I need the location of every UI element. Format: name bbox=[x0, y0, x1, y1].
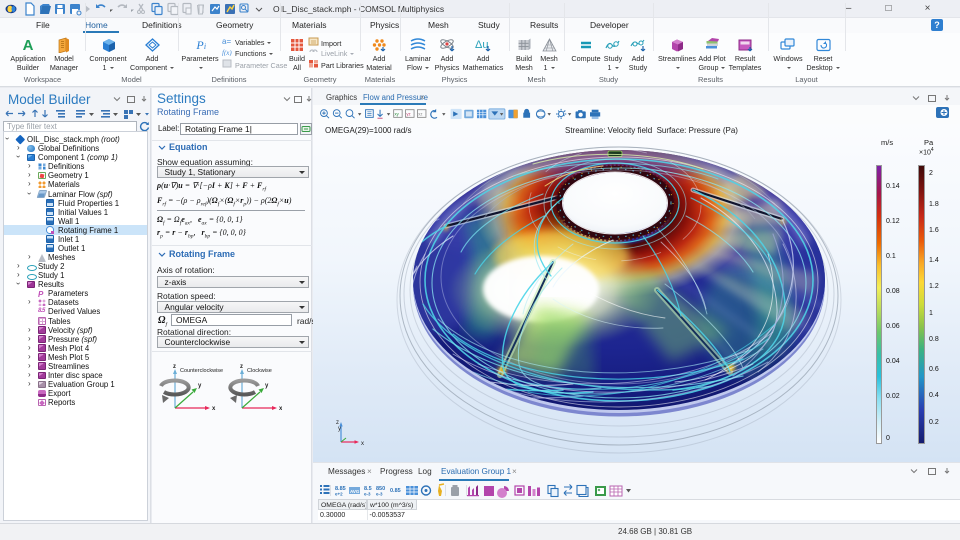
svg-text:e+2: e+2 bbox=[335, 492, 343, 497]
svg-text:0.8: 0.8 bbox=[929, 336, 939, 343]
svg-text:xy: xy bbox=[395, 112, 400, 117]
svg-text:1.2: 1.2 bbox=[929, 283, 939, 290]
svg-text:0.2: 0.2 bbox=[929, 419, 939, 426]
svg-text:Counterclockwise: Counterclockwise bbox=[180, 368, 223, 374]
svg-text:e-3: e-3 bbox=[376, 492, 383, 497]
svg-text:2: 2 bbox=[929, 170, 933, 177]
svg-text:0.06: 0.06 bbox=[886, 323, 900, 330]
svg-text:0.4: 0.4 bbox=[929, 392, 939, 399]
svg-text:0.6: 0.6 bbox=[929, 366, 939, 373]
svg-text:y: y bbox=[198, 383, 202, 389]
svg-text:0.14: 0.14 bbox=[886, 183, 900, 190]
svg-text:0.12: 0.12 bbox=[886, 218, 900, 225]
svg-text:0.85: 0.85 bbox=[390, 488, 401, 494]
svg-text:0.02: 0.02 bbox=[886, 393, 900, 400]
svg-text:0.08: 0.08 bbox=[886, 288, 900, 295]
svg-text:x: x bbox=[212, 406, 216, 412]
svg-text:xz: xz bbox=[418, 112, 422, 117]
svg-text:x: x bbox=[279, 406, 282, 412]
svg-text:A: A bbox=[23, 37, 34, 53]
svg-text:0: 0 bbox=[886, 435, 890, 442]
svg-text:AVG: AVG bbox=[350, 489, 360, 494]
svg-text:y: y bbox=[338, 426, 341, 432]
svg-text:1.8: 1.8 bbox=[929, 201, 939, 208]
svg-text:x: x bbox=[361, 441, 364, 447]
svg-text:i: i bbox=[203, 42, 205, 51]
svg-text:e-3: e-3 bbox=[364, 492, 371, 497]
svg-text:z: z bbox=[240, 364, 243, 370]
svg-text:yz: yz bbox=[406, 112, 410, 117]
svg-text:1: 1 bbox=[929, 310, 933, 317]
svg-text:Clockwise: Clockwise bbox=[247, 368, 272, 374]
svg-text:1.4: 1.4 bbox=[929, 257, 939, 264]
svg-text:y: y bbox=[265, 383, 269, 389]
svg-text:a=: a= bbox=[222, 37, 231, 45]
svg-text:1.6: 1.6 bbox=[929, 227, 939, 234]
svg-text:f(x): f(x) bbox=[222, 49, 232, 56]
svg-text:0.1: 0.1 bbox=[886, 253, 896, 260]
svg-text:z: z bbox=[173, 364, 176, 370]
svg-text:0.04: 0.04 bbox=[886, 358, 900, 365]
